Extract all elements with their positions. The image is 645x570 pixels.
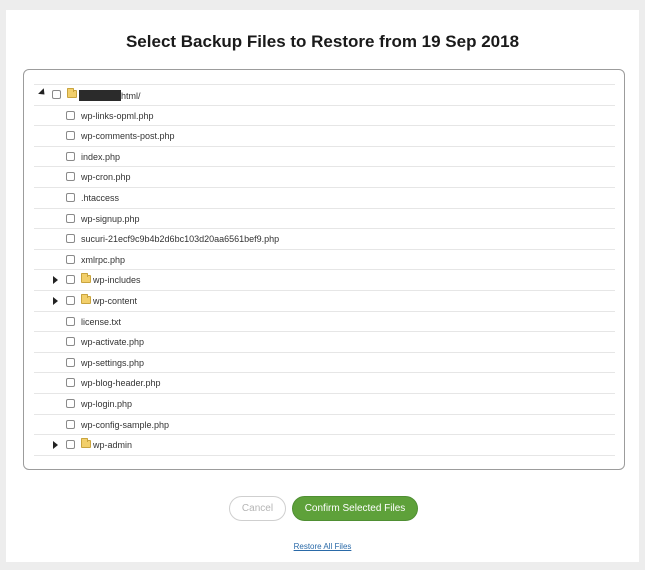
redacted-block bbox=[79, 90, 121, 101]
item-label: wp-signup.php bbox=[81, 213, 140, 224]
cancel-button[interactable]: Cancel bbox=[229, 496, 286, 521]
item-label: index.php bbox=[81, 151, 121, 162]
item-label: wp-login.php bbox=[81, 398, 133, 409]
item-label: wp-config-sample.php bbox=[81, 419, 170, 430]
root-folder-label: html/ bbox=[79, 90, 141, 101]
tree-row-file[interactable]: wp-settings.php bbox=[34, 353, 615, 374]
item-label: wp-comments-post.php bbox=[81, 131, 175, 142]
tree-row-file[interactable]: license.txt bbox=[34, 312, 615, 333]
item-checkbox[interactable] bbox=[66, 295, 75, 305]
item-label: sucuri-21ecf9c9b4b2d6bc103d20aa6561bef9.… bbox=[81, 234, 280, 245]
tree-row-file[interactable]: wp-comments-post.php bbox=[34, 126, 615, 147]
tree-row-file[interactable]: sucuri-21ecf9c9b4b2d6bc103d20aa6561bef9.… bbox=[34, 229, 615, 250]
item-checkbox[interactable] bbox=[66, 131, 75, 141]
item-checkbox[interactable] bbox=[66, 378, 75, 388]
tree-row-root[interactable]: html/ bbox=[34, 85, 615, 106]
expand-arrow-icon[interactable] bbox=[53, 441, 58, 450]
collapse-arrow-icon[interactable] bbox=[38, 88, 48, 98]
item-checkbox[interactable] bbox=[66, 192, 75, 202]
tree-row-file[interactable]: .htaccess bbox=[34, 188, 615, 209]
file-tree-panel: html/ wp-links-opml.php wp-comments-post.… bbox=[23, 69, 625, 470]
tree-row-folder[interactable]: wp-admin bbox=[34, 435, 615, 456]
folder-icon bbox=[67, 88, 77, 98]
file-tree: html/ wp-links-opml.php wp-comments-post.… bbox=[34, 84, 615, 456]
tree-row-file[interactable]: index.php bbox=[34, 147, 615, 168]
confirm-selected-files-button[interactable]: Confirm Selected Files bbox=[292, 496, 418, 521]
item-label: wp-links-opml.php bbox=[81, 110, 154, 121]
item-label: wp-activate.php bbox=[81, 337, 145, 348]
item-checkbox[interactable] bbox=[66, 337, 75, 347]
folder-icon bbox=[81, 293, 91, 304]
folder-icon bbox=[81, 438, 91, 449]
root-checkbox[interactable] bbox=[52, 90, 61, 99]
item-label: .htaccess bbox=[81, 192, 120, 203]
expand-arrow-icon[interactable] bbox=[53, 296, 58, 305]
item-checkbox[interactable] bbox=[66, 275, 75, 285]
tree-row-file[interactable]: wp-login.php bbox=[34, 394, 615, 415]
item-label: wp-content bbox=[93, 295, 138, 306]
item-checkbox[interactable] bbox=[66, 357, 75, 367]
item-label: wp-admin bbox=[93, 440, 133, 451]
item-checkbox[interactable] bbox=[66, 213, 75, 223]
tree-row-file[interactable]: wp-signup.php bbox=[34, 209, 615, 230]
item-checkbox[interactable] bbox=[66, 440, 75, 450]
item-checkbox[interactable] bbox=[66, 151, 75, 161]
restore-all-files-link[interactable]: Restore All Files bbox=[6, 542, 639, 551]
item-checkbox[interactable] bbox=[66, 316, 75, 326]
tree-row-file[interactable]: xmlrpc.php bbox=[34, 250, 615, 271]
tree-row-folder[interactable]: wp-content bbox=[34, 291, 615, 312]
item-checkbox[interactable] bbox=[66, 254, 75, 264]
item-label: wp-cron.php bbox=[81, 172, 131, 183]
item-checkbox[interactable] bbox=[66, 398, 75, 408]
item-label: xmlrpc.php bbox=[81, 254, 126, 265]
tree-row-file[interactable]: wp-blog-header.php bbox=[34, 373, 615, 394]
item-checkbox[interactable] bbox=[66, 419, 75, 429]
item-label: wp-settings.php bbox=[81, 357, 145, 368]
restore-dialog: Select Backup Files to Restore from 19 S… bbox=[6, 10, 639, 562]
dialog-title: Select Backup Files to Restore from 19 S… bbox=[125, 32, 520, 51]
tree-row-file[interactable]: wp-activate.php bbox=[34, 332, 615, 353]
item-label: wp-blog-header.php bbox=[81, 378, 161, 389]
tree-row-file[interactable]: wp-cron.php bbox=[34, 167, 615, 188]
item-checkbox[interactable] bbox=[66, 234, 75, 244]
item-label: wp-includes bbox=[93, 275, 141, 286]
expand-arrow-icon[interactable] bbox=[53, 276, 58, 285]
item-label: license.txt bbox=[81, 316, 122, 327]
item-checkbox[interactable] bbox=[66, 110, 75, 120]
tree-row-file[interactable]: wp-config-sample.php bbox=[34, 415, 615, 436]
item-checkbox[interactable] bbox=[66, 172, 75, 182]
tree-row-folder[interactable]: wp-includes bbox=[34, 270, 615, 291]
folder-icon bbox=[81, 273, 91, 284]
tree-row-file[interactable]: wp-links-opml.php bbox=[34, 106, 615, 127]
